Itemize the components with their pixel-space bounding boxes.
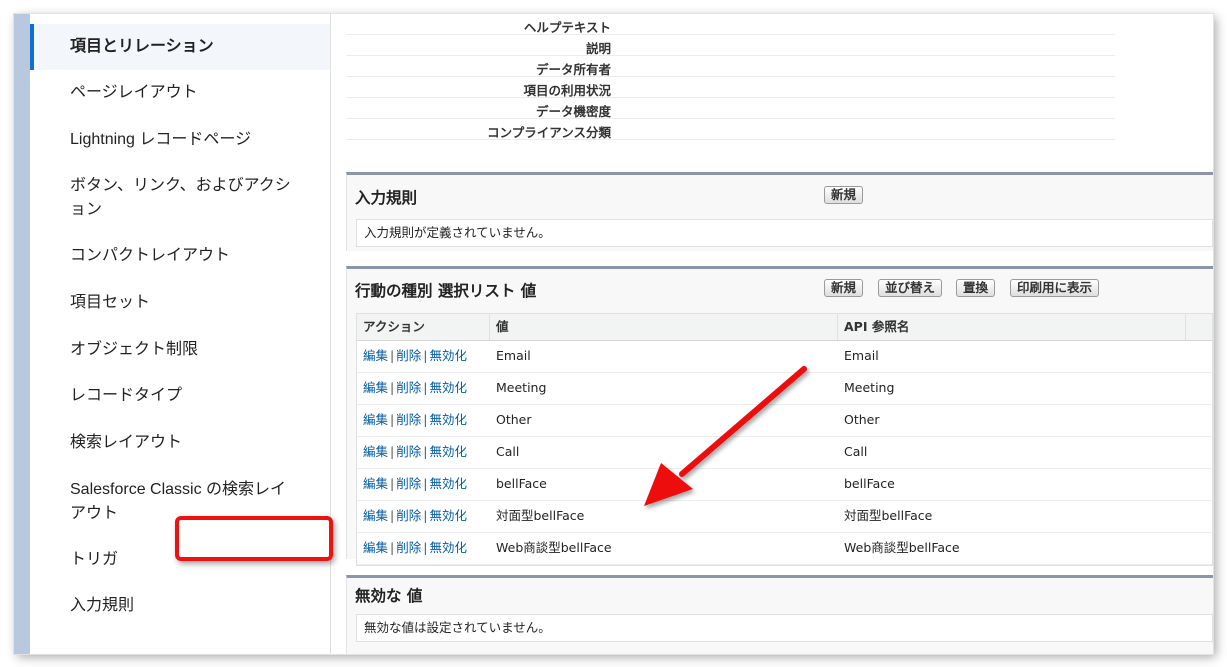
app-window: 項目とリレーション ページレイアウト Lightning レコードページ ボタン… xyxy=(14,14,1213,654)
highlight-box xyxy=(175,516,333,561)
